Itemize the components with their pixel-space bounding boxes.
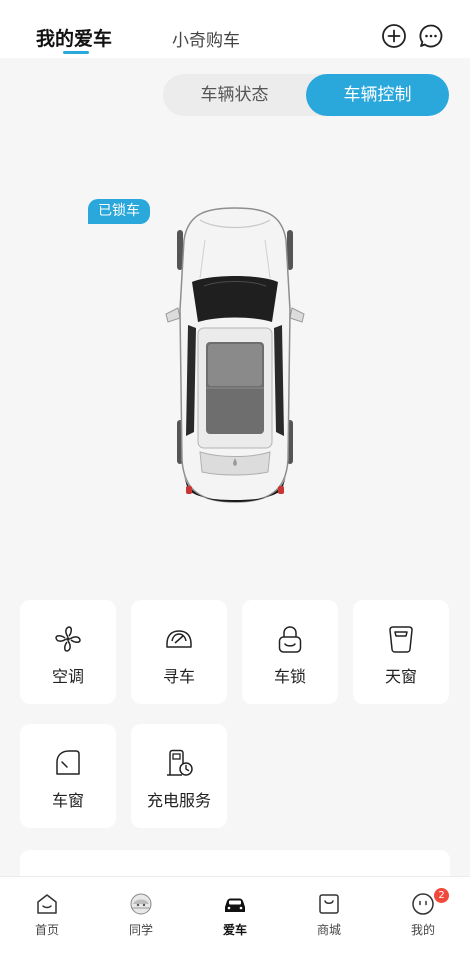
segment-vehicle-control[interactable]: 车辆控制 [306, 74, 449, 116]
nav-community[interactable]: 同学 [94, 877, 188, 960]
car-front-icon [166, 630, 192, 648]
lock-status-badge: 已锁车 [88, 199, 150, 224]
control-card-window[interactable]: 车窗 [20, 724, 116, 828]
nav-label-my-car: 爱车 [222, 923, 247, 937]
fan-icon [55, 626, 81, 652]
nav-label-shop: 商城 [316, 923, 341, 937]
control-label-ac: 空调 [51, 667, 84, 686]
control-card-lock[interactable]: 车锁 [242, 600, 338, 704]
control-card-sunroof[interactable]: 天窗 [353, 600, 449, 704]
bottom-navigation: 首页 同学 爱车 商城 2 我的 [0, 876, 470, 960]
control-card-find-car[interactable]: 寻车 [131, 600, 227, 704]
segment-vehicle-status[interactable]: 车辆状态 [163, 74, 306, 116]
top-header: 我的爱车 小奇购车 [0, 0, 470, 58]
control-label-charging: 充电服务 [146, 791, 211, 810]
control-card-ac[interactable]: 空调 [20, 600, 116, 704]
home-icon [37, 894, 57, 914]
car-top-view-image [165, 207, 305, 503]
car-icon [225, 898, 245, 912]
window-icon [56, 750, 80, 775]
nav-shop[interactable]: 商城 [282, 877, 376, 960]
nav-profile[interactable]: 2 我的 [376, 877, 470, 960]
tab-my-car[interactable]: 我的爱车 [36, 24, 112, 51]
view-segmented-control: 车辆状态 车辆控制 [163, 74, 449, 116]
profile-face-icon [412, 893, 434, 915]
control-label-window: 车窗 [51, 791, 84, 810]
shop-bag-icon [319, 894, 339, 914]
nav-label-home: 首页 [34, 923, 59, 937]
active-tab-indicator [63, 51, 89, 54]
control-label-sunroof: 天窗 [384, 667, 417, 686]
chat-bubble-icon[interactable] [418, 23, 444, 49]
charging-station-icon [167, 749, 193, 776]
nav-label-community: 同学 [128, 923, 153, 937]
lock-icon [278, 626, 302, 653]
control-card-charging[interactable]: 充电服务 [131, 724, 227, 828]
community-icon [130, 893, 152, 915]
tab-buy-car[interactable]: 小奇购车 [172, 26, 240, 51]
nav-label-profile: 我的 [410, 923, 435, 937]
nav-home[interactable]: 首页 [0, 877, 94, 960]
notification-badge: 2 [434, 888, 449, 903]
nav-my-car[interactable]: 爱车 [188, 877, 282, 960]
sunroof-icon [389, 626, 413, 653]
control-label-lock: 车锁 [273, 667, 306, 686]
control-label-find-car: 寻车 [162, 667, 195, 686]
plus-circle-icon[interactable] [381, 23, 407, 49]
